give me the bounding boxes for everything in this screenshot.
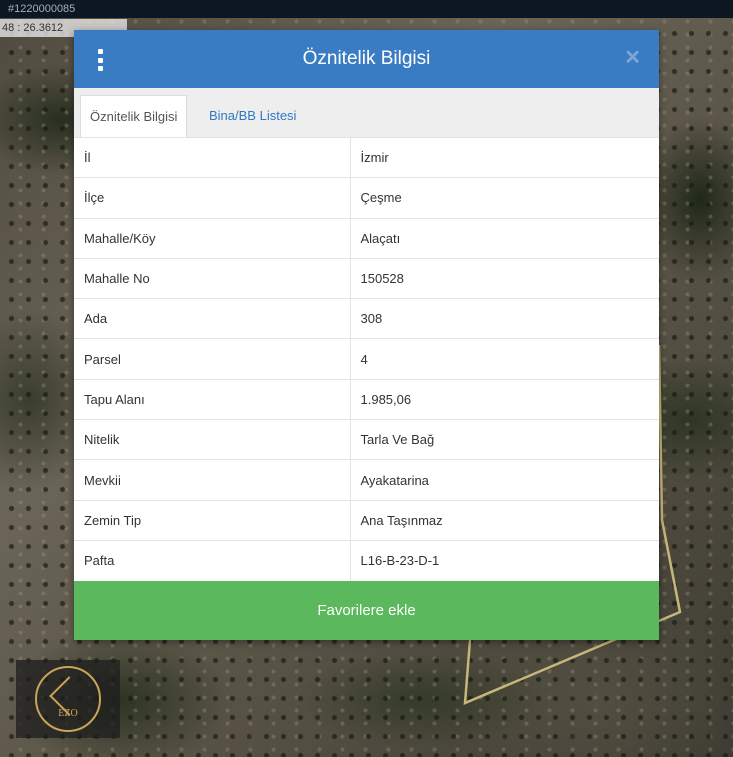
add-to-favorites-button[interactable]: Favorilere ekle: [74, 581, 659, 640]
attribute-key: Mahalle No: [74, 257, 351, 299]
attribute-dialog: Öznitelik Bilgisi ✕ Öznitelik Bilgisi Bi…: [74, 30, 659, 640]
attribute-value: 4: [350, 338, 659, 380]
attribute-value: 308: [350, 298, 659, 339]
table-row: Nitelik Tarla Ve Bağ: [74, 419, 659, 460]
attribute-key: Parsel: [74, 338, 351, 380]
attribute-key: Tapu Alanı: [74, 378, 351, 420]
tab-attribute-info[interactable]: Öznitelik Bilgisi: [80, 95, 188, 137]
attribute-value: Çeşme: [350, 177, 659, 219]
attribute-value: 1.985,06: [350, 378, 659, 420]
table-row: Ada 308: [74, 298, 659, 339]
table-row: Parsel 4: [74, 338, 659, 380]
parcel-id-label: #1220000085: [8, 3, 76, 15]
table-row: İlçe Çeşme: [74, 177, 659, 219]
attribute-key: Zemin Tip: [74, 499, 351, 541]
attribute-value: Alaçatı: [350, 217, 659, 259]
tab-bar: Öznitelik Bilgisi Bina/BB Listesi: [74, 88, 659, 137]
attribute-key: İl: [74, 136, 351, 178]
attribute-key: Mevkii: [74, 459, 351, 501]
attribute-value: Tarla Ve Bağ: [350, 419, 659, 460]
attribute-key: Nitelik: [74, 419, 351, 460]
dialog-title: Öznitelik Bilgisi: [302, 48, 431, 69]
logo-emblem: EZO: [35, 666, 101, 732]
tab-building-list[interactable]: Bina/BB Listesi: [200, 95, 305, 137]
table-row: İl İzmir: [74, 136, 659, 178]
table-row: Pafta L16-B-23-D-1: [74, 539, 659, 581]
top-bar: #1220000085: [0, 0, 733, 18]
table-row: Zemin Tip Ana Taşınmaz: [74, 499, 659, 541]
attribute-value: İzmir: [350, 136, 659, 178]
table-row: Mevkii Ayakatarina: [74, 459, 659, 501]
table-row: Mahalle No 150528: [74, 257, 659, 299]
logo-text: EZO: [58, 708, 78, 719]
attribute-key: Ada: [74, 298, 351, 339]
close-icon[interactable]: ✕: [624, 48, 641, 68]
dialog-header: Öznitelik Bilgisi ✕: [74, 30, 659, 88]
attribute-value: 150528: [350, 257, 659, 299]
attribute-key: İlçe: [74, 177, 351, 219]
attribute-value: L16-B-23-D-1: [350, 539, 659, 581]
table-row: Mahalle/Köy Alaçatı: [74, 217, 659, 259]
attribute-value: Ayakatarina: [350, 459, 659, 501]
table-row: Tapu Alanı 1.985,06: [74, 378, 659, 420]
attribute-key: Mahalle/Köy: [74, 217, 351, 259]
attribute-table: İl İzmir İlçe Çeşme Mahalle/Köy Alaçatı Mahall…: [74, 136, 659, 581]
attribute-value: Ana Taşınmaz: [350, 499, 659, 541]
attribute-key: Pafta: [74, 539, 351, 581]
logo: EZO: [16, 660, 120, 738]
